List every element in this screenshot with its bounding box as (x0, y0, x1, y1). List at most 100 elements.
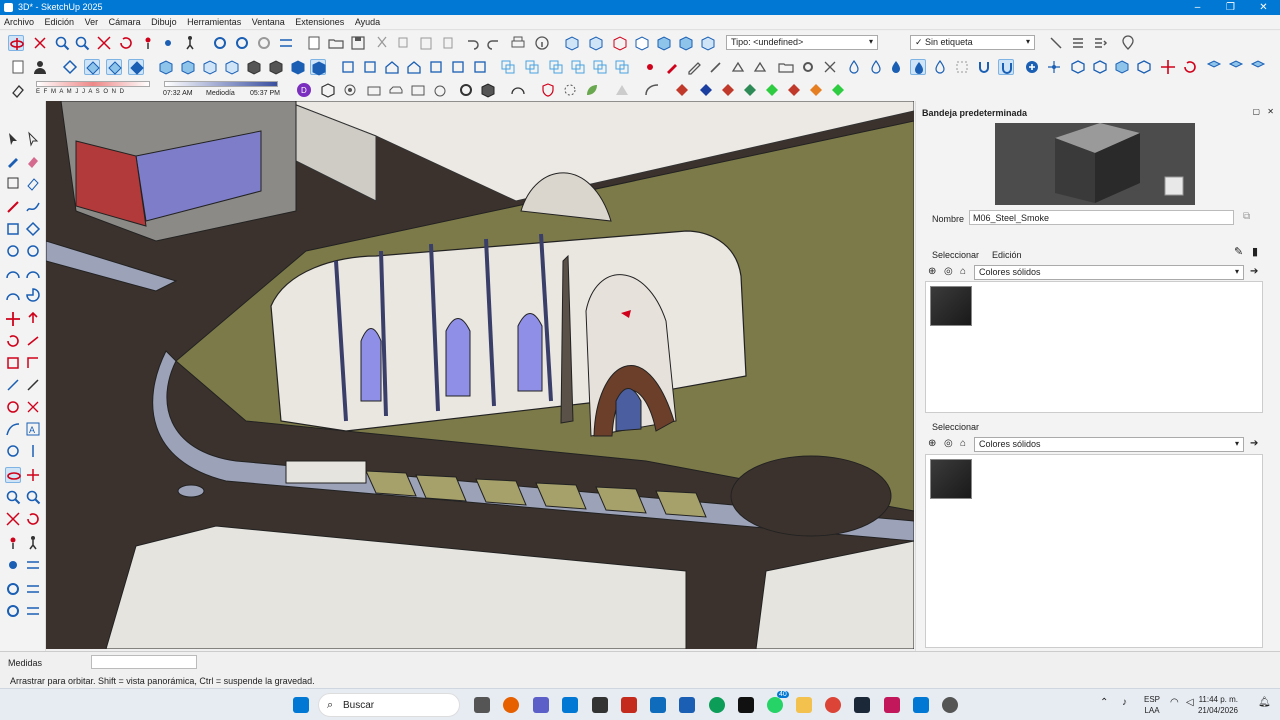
dimension-icon[interactable] (25, 377, 41, 393)
hex-3-icon[interactable] (1114, 59, 1130, 75)
cube-view-4-icon[interactable] (224, 59, 240, 75)
style-shaded-icon[interactable] (656, 35, 672, 51)
camera-icon[interactable] (366, 82, 382, 98)
axes-tool-icon[interactable] (25, 399, 41, 415)
look-around-left-icon[interactable] (5, 557, 21, 573)
curve-icon[interactable] (644, 82, 660, 98)
menu-dibujo[interactable]: Dibujo (147, 15, 181, 29)
previous-left-icon[interactable] (25, 511, 41, 527)
grid-3-icon[interactable] (1250, 59, 1266, 75)
store-icon[interactable] (562, 697, 578, 713)
arrow-2-icon[interactable] (698, 82, 714, 98)
car-icon[interactable] (388, 82, 404, 98)
follow-me-icon[interactable] (708, 59, 724, 75)
redo-icon[interactable] (486, 35, 502, 51)
section-tool-icon[interactable] (5, 443, 21, 459)
duplicate-icon[interactable]: ⧉ (1243, 211, 1250, 222)
new-file-icon[interactable] (306, 35, 322, 51)
previous-view-icon[interactable] (118, 35, 134, 51)
home-icon[interactable]: ⌂ (960, 266, 966, 277)
language-indicator[interactable]: ESP LAA (1144, 694, 1160, 716)
tiktok-icon[interactable] (738, 697, 754, 713)
group-edit-4-icon[interactable] (570, 59, 586, 75)
wifi-icon[interactable]: ◠ (1170, 697, 1179, 708)
group-edit-icon[interactable] (500, 59, 516, 75)
eraser-tool-icon[interactable] (10, 82, 26, 98)
outlook-icon[interactable] (650, 697, 666, 713)
tag-type-dropdown[interactable]: Tipo: <undefined> ▾ (726, 35, 878, 50)
group-edit-5-icon[interactable] (592, 59, 608, 75)
edge-icon[interactable] (709, 697, 725, 713)
whatsapp-icon[interactable] (767, 697, 783, 713)
arrow-3-icon[interactable] (720, 82, 736, 98)
taskbar-search[interactable]: ⌕ Buscar (318, 693, 460, 717)
axes-icon[interactable] (642, 59, 658, 75)
group-edit-3-icon[interactable] (548, 59, 564, 75)
house-view-icon[interactable] (384, 59, 400, 75)
hex-2-icon[interactable] (1092, 59, 1108, 75)
close-x-icon[interactable] (822, 59, 838, 75)
tags-panel-icon[interactable] (1092, 35, 1108, 51)
clock[interactable]: 11:44 p. m. 21/04/2026 (1198, 694, 1238, 716)
zoom-left-icon[interactable] (5, 489, 21, 505)
scale-icon[interactable] (5, 355, 21, 371)
terminal-icon[interactable] (592, 697, 608, 713)
drop-1-icon[interactable] (846, 59, 862, 75)
tape-icon[interactable] (5, 377, 21, 393)
steam-icon[interactable] (854, 697, 870, 713)
shadow-month-bar[interactable] (36, 81, 150, 87)
arc-2-icon[interactable] (25, 265, 41, 281)
copy-icon[interactable] (396, 35, 412, 51)
walk-person-icon[interactable] (182, 35, 198, 51)
create-material-button[interactable] (1170, 177, 1188, 195)
follow-me-tool-icon[interactable] (25, 333, 41, 349)
position-camera-left-icon[interactable] (5, 535, 21, 551)
arrow-5-icon[interactable] (764, 82, 780, 98)
style-backedges-icon[interactable] (588, 35, 604, 51)
drop-5-icon[interactable] (932, 59, 948, 75)
volume-icon[interactable]: ◁ (1186, 697, 1194, 708)
leaf-icon[interactable] (584, 82, 600, 98)
collection-dropdown-1[interactable]: Colores sólidos ▾ (974, 265, 1244, 280)
gear-icon[interactable] (800, 59, 816, 75)
magnet-active-icon[interactable] (998, 59, 1014, 75)
menu-edicion[interactable]: Edición (41, 15, 79, 29)
top-view-icon[interactable] (84, 59, 100, 75)
front-view-icon[interactable] (106, 59, 122, 75)
house-view-2-icon[interactable] (406, 59, 422, 75)
windows-start-icon[interactable] (293, 697, 309, 713)
details-arrow-2-icon[interactable]: ➔ (1250, 438, 1258, 449)
zoom-icon[interactable] (54, 35, 70, 51)
explode-left-2-icon[interactable] (25, 603, 41, 619)
forward-icon[interactable]: ◎ (944, 266, 953, 277)
folder-icon[interactable] (778, 59, 794, 75)
box-view-2-icon[interactable] (450, 59, 466, 75)
settings-cube-icon[interactable] (458, 82, 474, 98)
paint-bucket-icon[interactable] (664, 59, 680, 75)
component-alt-icon[interactable] (234, 35, 250, 51)
rotate-tool-icon[interactable] (5, 333, 21, 349)
arch-icon[interactable] (510, 82, 526, 98)
back-icon[interactable]: ⊕ (928, 266, 936, 277)
3d-viewport[interactable] (46, 101, 914, 649)
teams-icon[interactable] (533, 697, 549, 713)
offset-icon[interactable] (25, 355, 41, 371)
undo-icon[interactable] (464, 35, 480, 51)
grid-1-icon[interactable] (1206, 59, 1222, 75)
zoom-extents-icon[interactable] (96, 35, 112, 51)
freehand-icon[interactable] (25, 199, 41, 215)
circle-tool-icon[interactable] (5, 243, 21, 259)
open-folder-icon[interactable] (328, 35, 344, 51)
paste-icon[interactable] (418, 35, 434, 51)
explode-icon[interactable] (278, 35, 294, 51)
minimize-button[interactable]: – (1181, 0, 1214, 15)
arc-3-icon[interactable] (5, 287, 21, 303)
drop-3-icon[interactable] (888, 59, 904, 75)
details-arrow-icon[interactable]: ➔ (1250, 266, 1258, 277)
save-icon[interactable] (350, 35, 366, 51)
cut-icon[interactable] (374, 35, 390, 51)
chevron-up-icon[interactable]: ⌃ (1100, 697, 1108, 708)
explode-left-icon[interactable] (25, 581, 41, 597)
pie-icon[interactable] (25, 287, 41, 303)
select-arrow-icon[interactable] (5, 131, 21, 147)
